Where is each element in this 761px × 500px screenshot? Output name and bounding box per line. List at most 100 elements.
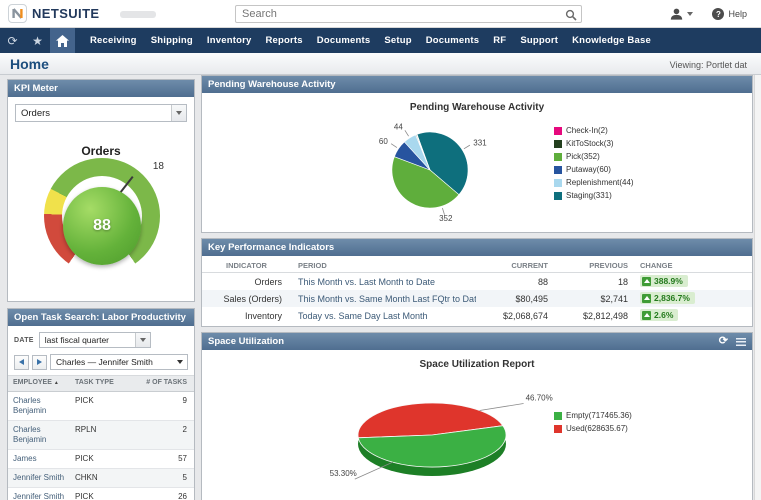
task-table-body: Charles BenjaminPICK9Charles BenjaminRPL… bbox=[8, 392, 194, 500]
search-icon[interactable] bbox=[565, 9, 577, 21]
kpi-portlet-header[interactable]: Key Performance Indicators bbox=[202, 239, 752, 256]
help-icon: ? bbox=[712, 8, 724, 20]
kpi-previous-value: $2,812,498 bbox=[548, 311, 628, 321]
column-header-employee[interactable]: EMPLOYEE▲ bbox=[13, 379, 75, 388]
kpi-current-value[interactable]: $2,068,674 bbox=[476, 311, 548, 321]
column-header-period: PERIOD bbox=[296, 261, 476, 270]
gauge-value-bubble[interactable]: 88 bbox=[63, 187, 141, 265]
task-employee-link[interactable]: Charles Benjamin bbox=[13, 396, 75, 416]
nav-item-shipping[interactable]: Shipping bbox=[144, 28, 200, 53]
legend-label: KitToStock(3) bbox=[566, 139, 614, 148]
legend-swatch-icon bbox=[554, 425, 562, 433]
task-table-head: EMPLOYEE▲TASK TYPE# OF TASKS bbox=[8, 376, 194, 392]
help-button[interactable]: ? Help bbox=[712, 8, 747, 20]
column-header-task-count[interactable]: # OF TASKS bbox=[125, 379, 189, 388]
kpi-table-head: INDICATORPERIODCURRENTPREVIOUSCHANGE bbox=[202, 258, 752, 273]
main-navbar: ⟳ ★ ReceivingShippingInventoryReportsDoc… bbox=[0, 28, 761, 53]
task-row: Charles BenjaminRPLN2 bbox=[8, 421, 194, 450]
search-input[interactable] bbox=[236, 6, 581, 22]
task-type-cell: PICK bbox=[75, 454, 125, 464]
column-header-current: CURRENT bbox=[476, 261, 548, 270]
task-search-portlet-header[interactable]: Open Task Search: Labor Productivity bbox=[8, 309, 194, 326]
topbar: NETSUITE ? Help bbox=[0, 0, 761, 28]
shortcuts-button[interactable]: ★ bbox=[25, 28, 50, 53]
recent-records-button[interactable]: ⟳ bbox=[0, 28, 25, 53]
select-caret-button bbox=[171, 105, 186, 121]
task-employee-link[interactable]: James bbox=[13, 454, 75, 464]
kpi-previous-value: 18 bbox=[548, 277, 628, 287]
change-badge: 2.6% bbox=[640, 309, 678, 321]
kpi-gauge: 88 18 bbox=[44, 158, 160, 274]
kpi-meter-portlet-header[interactable]: KPI Meter bbox=[8, 80, 194, 97]
kpi-change-cell: 2,836.7% bbox=[628, 292, 746, 305]
kpi-period: This Month vs. Same Month Last FQtr to D… bbox=[296, 294, 476, 304]
star-icon: ★ bbox=[32, 34, 43, 48]
space-utilization-portlet-header[interactable]: Space Utilization ⟳ bbox=[202, 333, 752, 350]
help-label: Help bbox=[728, 9, 747, 19]
portlet-menu-icon[interactable] bbox=[736, 338, 746, 346]
kpi-current-value[interactable]: $80,495 bbox=[476, 294, 548, 304]
pie-percent-label: 53.30% bbox=[330, 469, 357, 478]
task-count-cell: 57 bbox=[125, 454, 189, 464]
nav-menu: ReceivingShippingInventoryReportsDocumen… bbox=[83, 28, 658, 53]
portlet-title: Open Task Search: Labor Productivity bbox=[14, 312, 186, 323]
task-employee-link[interactable]: Jennifer Smith bbox=[13, 473, 75, 483]
refresh-icon[interactable]: ⟳ bbox=[719, 333, 728, 350]
nav-item-receiving[interactable]: Receiving bbox=[83, 28, 144, 53]
task-employee-link[interactable]: Charles Benjamin bbox=[13, 425, 75, 445]
pager-row: Charles — Jennifer Smith bbox=[14, 354, 188, 370]
caret-down-icon bbox=[687, 12, 693, 16]
scrollbar[interactable] bbox=[754, 60, 761, 500]
pending-activity-portlet-header[interactable]: Pending Warehouse Activity bbox=[202, 76, 752, 93]
pie-leader-line bbox=[464, 145, 470, 149]
nav-item-inventory[interactable]: Inventory bbox=[200, 28, 259, 53]
kpi-current-value[interactable]: 88 bbox=[476, 277, 548, 287]
space-utilization-portlet: Space Utilization ⟳ Space Utilization Re… bbox=[201, 332, 753, 500]
nav-item-reports[interactable]: Reports bbox=[258, 28, 309, 53]
arrow-up-icon bbox=[642, 311, 651, 320]
portlet-title: Key Performance Indicators bbox=[208, 242, 334, 253]
netsuite-logo[interactable]: NETSUITE bbox=[8, 4, 99, 23]
nav-item-support[interactable]: Support bbox=[513, 28, 565, 53]
legend-item: KitToStock(3) bbox=[554, 139, 634, 148]
kpi-meter-portlet: KPI Meter Orders Orders 88 18 bbox=[7, 79, 195, 302]
legend-swatch-icon bbox=[554, 179, 562, 187]
employee-range-select[interactable]: Charles — Jennifer Smith bbox=[50, 354, 188, 370]
user-menu-button[interactable] bbox=[670, 8, 693, 20]
task-row: Charles BenjaminPICK9 bbox=[8, 392, 194, 421]
kpi-portlet: Key Performance Indicators INDICATORPERI… bbox=[201, 238, 753, 327]
legend-item: Replenishment(44) bbox=[554, 178, 634, 187]
date-range-value: last fiscal quarter bbox=[40, 335, 135, 345]
nav-item-rf[interactable]: RF bbox=[486, 28, 513, 53]
prev-page-button[interactable] bbox=[14, 355, 29, 370]
legend-label: Putaway(60) bbox=[566, 165, 611, 174]
user-icon bbox=[670, 8, 683, 20]
legend-item: Putaway(60) bbox=[554, 165, 634, 174]
nav-item-setup[interactable]: Setup bbox=[377, 28, 418, 53]
kpi-table-body: OrdersThis Month vs. Last Month to Date8… bbox=[202, 273, 752, 324]
task-row: Jennifer SmithCHKN5 bbox=[8, 469, 194, 488]
portlet-title: Space Utilization bbox=[208, 336, 284, 347]
nav-item-documents[interactable]: Documents bbox=[419, 28, 487, 53]
pie-percent-label: 46.70% bbox=[526, 394, 553, 403]
pending-legend: Check-In(2)KitToStock(3)Pick(352)Putaway… bbox=[554, 126, 634, 200]
legend-label: Empty(717465.36) bbox=[566, 411, 632, 420]
column-header-indicator: INDICATOR bbox=[208, 261, 296, 270]
nav-item-documents[interactable]: Documents bbox=[310, 28, 378, 53]
kpi-indicator: Sales (Orders) bbox=[208, 294, 296, 304]
viewing-selector[interactable]: Viewing: Portlet dat bbox=[670, 60, 747, 70]
next-page-button[interactable] bbox=[32, 355, 47, 370]
kpi-row: InventoryToday vs. Same Day Last Month$2… bbox=[202, 307, 752, 324]
task-employee-link[interactable]: Jennifer Smith bbox=[13, 492, 75, 500]
legend-label: Replenishment(44) bbox=[566, 178, 634, 187]
date-range-select[interactable]: last fiscal quarter bbox=[39, 332, 151, 348]
nav-item-knowledge-base[interactable]: Knowledge Base bbox=[565, 28, 658, 53]
home-button[interactable] bbox=[50, 28, 75, 53]
gauge-previous-value: 18 bbox=[153, 161, 164, 172]
kpi-period: This Month vs. Last Month to Date bbox=[296, 277, 476, 287]
portlet-title: Pending Warehouse Activity bbox=[208, 79, 336, 90]
kpi-select[interactable]: Orders bbox=[15, 104, 187, 122]
kpi-change-cell: 2.6% bbox=[628, 309, 746, 322]
column-header-task-type[interactable]: TASK TYPE bbox=[75, 379, 125, 388]
portlet-header-icons: ⟳ bbox=[719, 333, 746, 350]
